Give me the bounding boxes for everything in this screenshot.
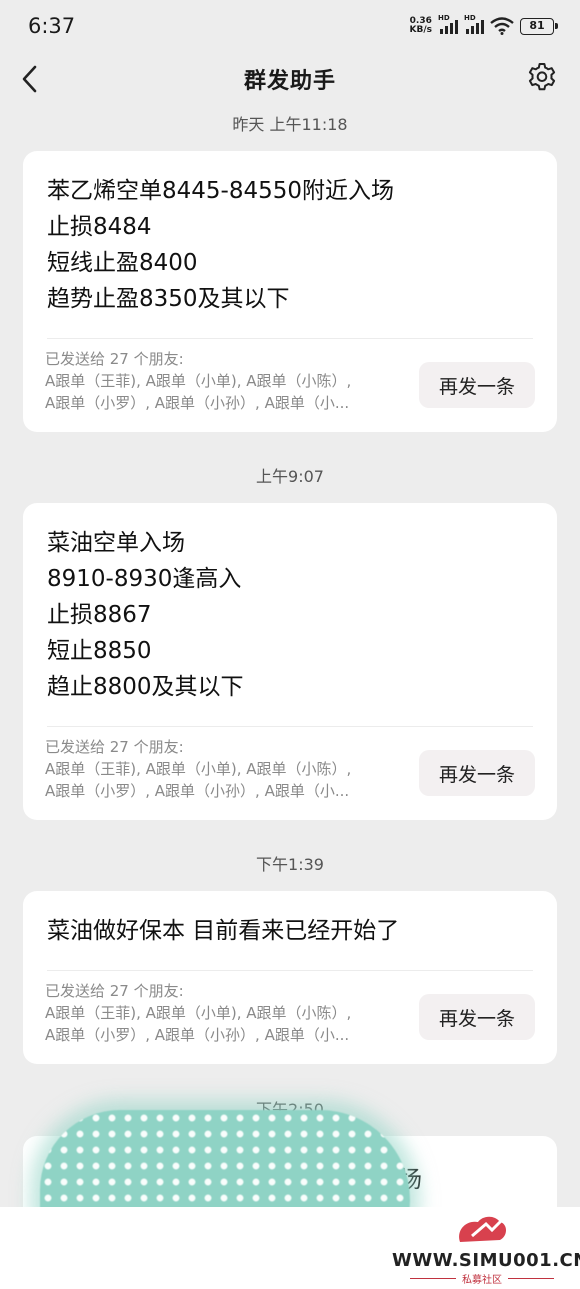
recipients-line: A跟单（王菲), A跟单（小单), A跟单（小陈）, [45,372,352,390]
sent-to-label: 已发送给 27 个朋友: [45,982,184,1000]
wifi-icon [490,17,514,35]
signal-2-label: HD [464,14,476,22]
status-time: 6:37 [28,14,76,38]
message-line: 菜油空单入场 [47,530,185,556]
status-icons: 0.36 KB/s HD HD 81 [410,14,558,35]
recipients-line: A跟单（小罗）, A跟单（小孙）, A跟单（小... [45,1026,350,1044]
message-text: 菜油做好保本 目前看来已经开始了 [23,891,557,949]
message-line: 短止8850 [47,638,152,664]
message-card: 菜油做好保本 目前看来已经开始了 已发送给 27 个朋友: A跟单（王菲), A… [23,891,557,1064]
watermark-logo-icon [459,1213,509,1242]
card-footer: 已发送给 27 个朋友: A跟单（王菲), A跟单（小单), A跟单（小陈）, … [45,980,535,1046]
message-card: 苯乙烯空单8445-84550附近入场 止损8484 短线止盈8400 趋势止盈… [23,151,557,432]
message-line: 止损8484 [47,214,152,240]
cell-signal-1-icon: HD [438,14,458,34]
gear-icon[interactable] [526,62,558,94]
resend-button[interactable]: 再发一条 [419,750,535,796]
recipients-line: A跟单（小罗）, A跟单（小孙）, A跟单（小... [45,782,350,800]
message-line: 止损8867 [47,602,152,628]
recipients-info: 已发送给 27 个朋友: A跟单（王菲), A跟单（小单), A跟单（小陈）, … [45,980,401,1046]
watermark-subtitle: 私募社区 [392,1271,572,1286]
resend-button[interactable]: 再发一条 [419,994,535,1040]
battery-icon: 81 [520,17,558,35]
signal-1-label: HD [438,14,450,22]
status-bar: 6:37 0.36 KB/s HD HD 81 [0,0,580,52]
message-line: 短线止盈8400 [47,250,198,276]
resend-button[interactable]: 再发一条 [419,362,535,408]
message-text: 苯乙烯空单8445-84550附近入场 止损8484 短线止盈8400 趋势止盈… [23,151,557,317]
nav-bar: 群发助手 [0,52,580,106]
divider [47,338,533,339]
message-line: 趋势止盈8350及其以下 [47,286,290,312]
message-line: 苯乙烯空单8445-84550附近入场 [47,178,394,204]
cell-signal-2-icon: HD [464,14,484,34]
recipients-info: 已发送给 27 个朋友: A跟单（王菲), A跟单（小单), A跟单（小陈）, … [45,736,401,802]
recipients-line: A跟单（王菲), A跟单（小单), A跟单（小陈）, [45,760,352,778]
page-title: 群发助手 [243,69,336,94]
sent-to-label: 已发送给 27 个朋友: [45,350,184,368]
divider [47,726,533,727]
back-chevron-icon[interactable] [14,61,48,97]
card-footer: 已发送给 27 个朋友: A跟单（王菲), A跟单（小单), A跟单（小陈）, … [45,736,535,802]
divider [47,970,533,971]
message-timestamp: 上午9:07 [256,467,324,486]
message-card: 菜油空单入场 8910-8930逢高入 止损8867 短止8850 趋止8800… [23,503,557,820]
recipients-line: A跟单（王菲), A跟单（小单), A跟单（小陈）, [45,1004,352,1022]
message-text: 菜油空单入场 8910-8930逢高入 止损8867 短止8850 趋止8800… [23,503,557,705]
network-speed: 0.36 KB/s [410,17,432,35]
network-speed-unit: KB/s [409,25,432,35]
card-footer: 已发送给 27 个朋友: A跟单（王菲), A跟单（小单), A跟单（小陈）, … [45,348,535,414]
message-line: 趋止8800及其以下 [47,674,244,700]
recipients-info: 已发送给 27 个朋友: A跟单（王菲), A跟单（小单), A跟单（小陈）, … [45,348,401,414]
message-timestamp: 下午1:39 [256,855,324,874]
message-timestamp: 昨天 上午11:18 [232,115,348,134]
watermark-text: WWW.SIMU001.CN [392,1250,580,1271]
watermark: WWW.SIMU001.CN 私募社区 [392,1212,580,1288]
message-line: 8910-8930逢高入 [47,566,242,592]
recipients-line: A跟单（小罗）, A跟单（小孙）, A跟单（小... [45,394,350,412]
message-line: 菜油做好保本 目前看来已经开始了 [47,918,400,944]
sent-to-label: 已发送给 27 个朋友: [45,738,184,756]
